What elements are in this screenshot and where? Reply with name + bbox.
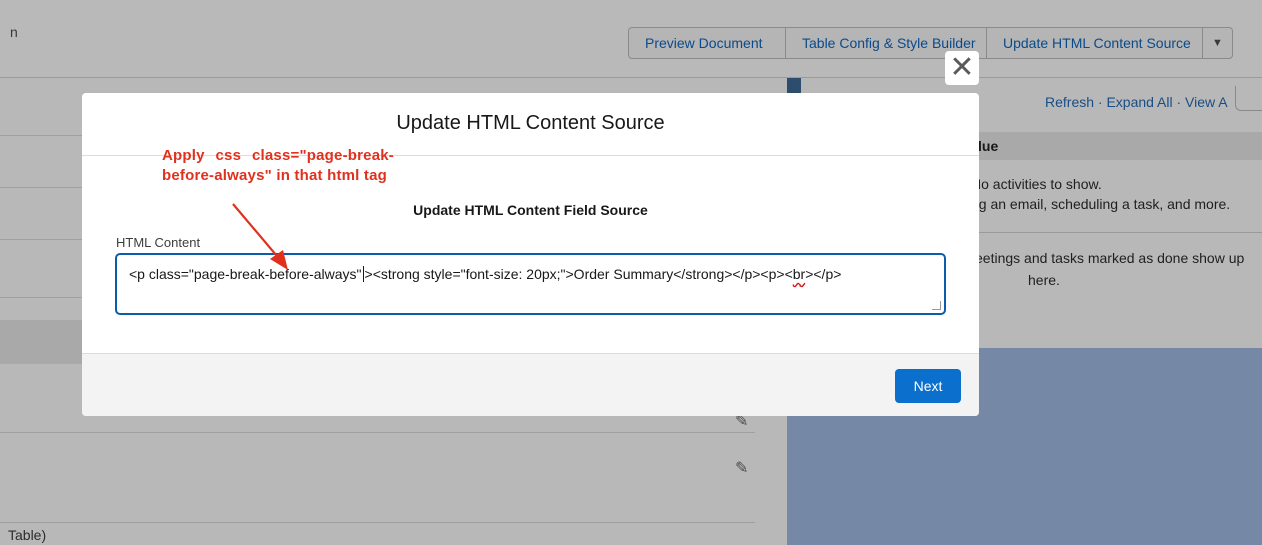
empty-state-line: ng an email, scheduling a task, and more… [971, 196, 1231, 212]
html-content-label: HTML Content [116, 235, 201, 250]
html-content-textarea[interactable]: <p class="page-break-before-always" ><str… [115, 253, 946, 315]
resize-handle[interactable] [932, 301, 941, 310]
action-button-group: Preview Document Table Config & Style Bu… [628, 27, 1233, 59]
detail-row [0, 432, 755, 523]
next-button[interactable]: Next [895, 369, 961, 403]
update-html-content-modal: Update HTML Content Source Update HTML C… [82, 93, 979, 416]
more-actions-dropdown[interactable]: ▼ [1203, 27, 1233, 59]
divider [971, 232, 1262, 233]
empty-state-line: No activities to show. [971, 176, 1102, 192]
modal-footer: Next [82, 353, 979, 416]
activity-header-label: lue [978, 138, 999, 154]
textarea-text-part: ></p> [805, 266, 842, 282]
update-html-content-source-button[interactable]: Update HTML Content Source [987, 27, 1203, 59]
preview-document-button[interactable]: Preview Document [628, 27, 786, 59]
text-cursor [362, 266, 364, 282]
annotation-callout: Apply css class="page-break-before-alway… [162, 147, 394, 184]
caret-down-icon: ▼ [1212, 37, 1223, 49]
detail-footer-fragment: Table) [8, 527, 47, 543]
section-title: Update HTML Content Field Source [413, 202, 648, 218]
past-activity-line: eetings and tasks marked as done show up [975, 250, 1245, 266]
close-icon: ✕ [949, 51, 975, 84]
pencil-icon[interactable]: ✎ [735, 458, 748, 478]
spellcheck-word: br [792, 266, 806, 282]
panel-corner [1235, 86, 1262, 111]
modal-title: Update HTML Content Source [396, 112, 665, 134]
page-title-fragment: n [10, 24, 18, 40]
textarea-text-part: ><strong style="font-size: 20px;">Order … [364, 266, 793, 282]
close-modal-button[interactable]: ✕ [945, 51, 979, 85]
activity-links[interactable]: Refresh · Expand All · View A [1045, 94, 1228, 110]
past-activity-line: here. [1028, 272, 1060, 288]
textarea-text-part: <p class="page-break-before-always" [129, 266, 362, 282]
